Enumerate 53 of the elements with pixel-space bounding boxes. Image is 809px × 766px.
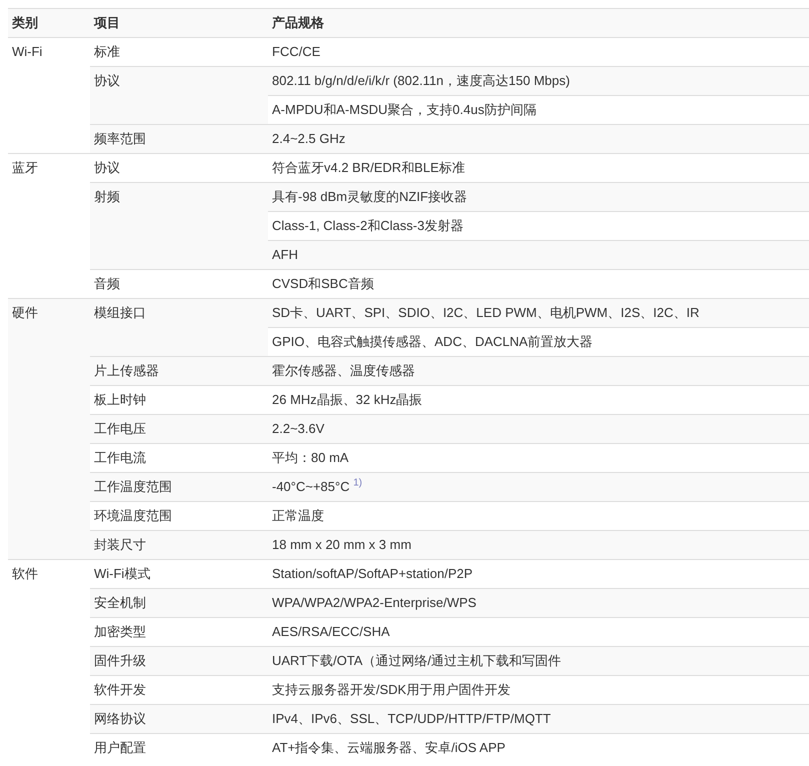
column-header: 类别 bbox=[12, 15, 38, 30]
item-cell: 音频 bbox=[94, 276, 120, 291]
category-cell: Wi-Fi bbox=[12, 44, 42, 59]
item-cell: 板上时钟 bbox=[94, 392, 146, 407]
spec-cell: 具有-98 dBm灵敏度的NZIF接收器 bbox=[272, 189, 468, 204]
spec-cell: 2.2~3.6V bbox=[272, 421, 324, 436]
spec-cell: CVSD和SBC音频 bbox=[272, 276, 374, 291]
item-cell: Wi-Fi模式 bbox=[94, 566, 150, 581]
spec-cell: 2.4~2.5 GHz bbox=[272, 131, 346, 146]
item-cell: 用户配置 bbox=[94, 740, 146, 755]
item-cell: 软件开发 bbox=[94, 682, 146, 697]
spec-cell: Station/softAP/SoftAP+station/P2P bbox=[272, 566, 473, 581]
spec-cell: FCC/CE bbox=[272, 44, 320, 59]
item-cell: 环境温度范围 bbox=[94, 508, 172, 523]
spec-cell: A-MPDU和A-MSDU聚合，支持0.4us防护间隔 bbox=[272, 102, 536, 117]
spec-cell: 802.11 b/g/n/d/e/i/k/r (802.11n，速度高达150 Mbps) bbox=[272, 73, 570, 88]
spec-cell: AFH bbox=[272, 247, 298, 262]
item-cell: 协议 bbox=[94, 73, 120, 88]
category-cell: 软件 bbox=[12, 566, 38, 581]
spec-cell: 符合蓝牙v4.2 BR/EDR和BLE标准 bbox=[272, 160, 465, 175]
spec-cell: 18 mm x 20 mm x 3 mm bbox=[272, 537, 412, 552]
spec-cell: 平均：80 mA bbox=[272, 450, 349, 465]
item-cell: 安全机制 bbox=[94, 595, 146, 610]
category-cell: 蓝牙 bbox=[12, 160, 38, 175]
spec-cell: IPv4、IPv6、SSL、TCP/UDP/HTTP/FTP/MQTT bbox=[272, 711, 551, 726]
spec-cell: -40°C~+85°C $^{1)}$ bbox=[272, 479, 362, 494]
spec-cell: GPIO、电容式触摸传感器、ADC、DACLNA前置放大器 bbox=[272, 334, 593, 349]
item-cell: 固件升级 bbox=[94, 653, 146, 668]
spec-cell: 支持云服务器开发/SDK用于用户固件开发 bbox=[272, 682, 510, 697]
column-header: 项目 bbox=[94, 15, 120, 30]
spec-cell: WPA/WPA2/WPA2-Enterprise/WPS bbox=[272, 595, 476, 610]
spec-cell: 正常温度 bbox=[272, 508, 324, 523]
column-header: 产品规格 bbox=[272, 15, 324, 30]
spec-cell: UART下载/OTA（通过网络/通过主机下载和写固件 bbox=[272, 653, 562, 668]
category-cell: 硬件 bbox=[12, 305, 38, 320]
spec-cell: AES/RSA/ECC/SHA bbox=[272, 624, 390, 639]
item-cell: 标准 bbox=[94, 44, 120, 59]
item-cell: 模组接口 bbox=[94, 305, 146, 320]
spec-cell: SD卡、UART、SPI、SDIO、I2C、LED PWM、电机PWM、I2S、I2C、IR bbox=[272, 305, 700, 320]
spec-cell: 26 MHz晶振、32 kHz晶振 bbox=[272, 392, 422, 407]
item-cell: 射频 bbox=[94, 189, 120, 204]
item-cell: 工作温度范围 bbox=[94, 479, 172, 494]
item-cell: 工作电流 bbox=[94, 450, 146, 465]
spec-cell: 霍尔传感器、温度传感器 bbox=[272, 363, 415, 378]
item-cell: 加密类型 bbox=[94, 624, 146, 639]
item-cell: 频率范围 bbox=[94, 131, 146, 146]
item-cell: 封装尺寸 bbox=[94, 537, 146, 552]
spec-cell: Class-1, Class-2和Class-3发射器 bbox=[272, 218, 464, 233]
item-cell: 工作电压 bbox=[94, 421, 146, 436]
item-cell: 网络协议 bbox=[94, 711, 146, 726]
item-cell: 片上传感器 bbox=[94, 363, 159, 378]
spec-cell: AT+指令集、云端服务器、安卓/iOS APP bbox=[272, 740, 506, 755]
item-cell: 协议 bbox=[94, 160, 120, 175]
